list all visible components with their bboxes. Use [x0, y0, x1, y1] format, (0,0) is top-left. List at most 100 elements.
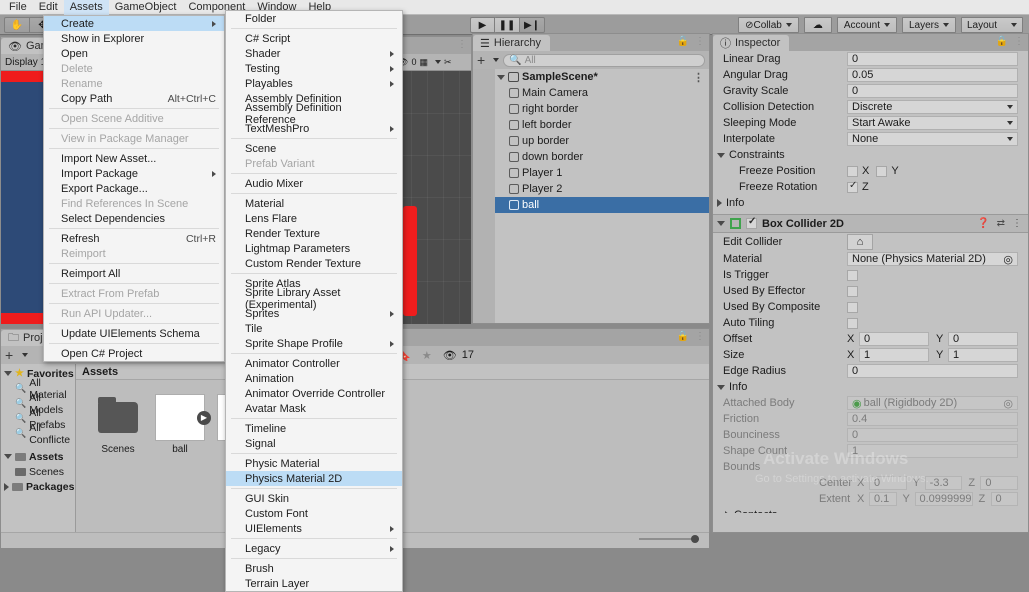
assets-menu-item-show-in-explorer[interactable]: Show in Explorer — [44, 31, 224, 46]
create-menu-item-animator-controller[interactable]: Animator Controller — [226, 356, 402, 371]
interpolate-dropdown[interactable]: None — [847, 132, 1018, 146]
inspector-tab-icons[interactable]: 🔒 ⋮ — [996, 36, 1024, 47]
chevron-down-icon[interactable] — [22, 353, 29, 357]
pause-button[interactable]: ❚❚ — [495, 17, 520, 33]
add-gameobject-button[interactable]: + — [477, 52, 485, 68]
scene-tab-icons[interactable]: ⋮ — [457, 39, 467, 50]
display-selector[interactable]: Display 1 — [5, 57, 46, 68]
tab-hierarchy[interactable]: ☰ Hierarchy — [473, 35, 550, 51]
hidden-packages-icon[interactable]: 👁 — [443, 349, 457, 362]
create-menu-item-signal[interactable]: Signal — [226, 436, 402, 451]
kebab-icon[interactable]: ⋮ — [1014, 36, 1024, 47]
object-picker-icon[interactable]: ◎ — [1003, 253, 1013, 266]
create-menu-item-sprite-library-asset-experimental[interactable]: Sprite Library Asset (Experimental) — [226, 287, 402, 311]
size-x-input[interactable]: 1 — [859, 348, 929, 362]
auto-tiling-checkbox[interactable] — [847, 317, 858, 329]
create-menu-item-shader[interactable]: Shader — [226, 46, 402, 61]
hierarchy-scene-row[interactable]: SampleScene* ⋮ — [473, 69, 709, 85]
help-icon[interactable]: ❓ — [977, 218, 989, 229]
contacts-foldout[interactable]: Contacts — [713, 507, 1028, 513]
expand-sprite-icon[interactable]: ▶ — [197, 410, 211, 425]
assets-menu-item-open[interactable]: Open — [44, 46, 224, 61]
hierarchy-item[interactable]: right border — [473, 101, 709, 117]
asset-item-ball[interactable]: ▶ ball — [154, 394, 211, 455]
hierarchy-item[interactable]: Player 1 — [473, 165, 709, 181]
kebab-icon[interactable]: ⋮ — [693, 71, 704, 84]
step-button[interactable]: ▶❙ — [520, 17, 545, 33]
assets-menu-item-update-uielements-schema[interactable]: Update UIElements Schema — [44, 326, 224, 341]
asset-item-scenes[interactable]: Scenes — [92, 394, 144, 455]
grid-icon[interactable]: ▦ — [419, 57, 428, 68]
component-header-icons[interactable]: ❓ ⇄ ⋮ — [977, 218, 1022, 229]
constraints-foldout[interactable]: Constraints — [713, 147, 1028, 163]
create-menu-item-brush[interactable]: Brush — [226, 561, 402, 576]
hierarchy-item[interactable]: ball — [473, 197, 709, 213]
lock-icon[interactable]: 🔒 — [677, 36, 689, 47]
create-menu-item-testing[interactable]: Testing — [226, 61, 402, 76]
project-tab-icons[interactable]: 🔒 ⋮ — [677, 331, 705, 342]
layout-button[interactable]: Layout — [961, 17, 1023, 33]
hierarchy-tab-icons[interactable]: 🔒 ⋮ — [677, 36, 705, 47]
kebab-icon[interactable]: ⋮ — [1012, 218, 1022, 229]
angular-drag-input[interactable]: 0.05 — [847, 68, 1018, 82]
create-menu-item-audio-mixer[interactable]: Audio Mixer — [226, 176, 402, 191]
material-object-field[interactable]: None (Physics Material 2D) ◎ — [847, 252, 1018, 266]
hierarchy-item[interactable]: down border — [473, 149, 709, 165]
create-menu-item-textmeshpro[interactable]: TextMeshPro — [226, 121, 402, 136]
hierarchy-search-input[interactable]: 🔍 All — [503, 53, 705, 67]
menu-assets[interactable]: Assets — [63, 0, 109, 15]
create-menu-item-playables[interactable]: Playables — [226, 76, 402, 91]
create-menu-item-physics-material-2d[interactable]: Physics Material 2D — [226, 471, 402, 486]
hierarchy-item[interactable]: left border — [473, 117, 709, 133]
gravity-scale-input[interactable]: 0 — [847, 84, 1018, 98]
tools-icon[interactable]: ✂ — [444, 57, 452, 68]
assets-menu-item-refresh[interactable]: Refresh Ctrl+R — [44, 231, 224, 246]
offset-y-input[interactable]: 0 — [948, 332, 1018, 346]
project-tree-item[interactable]: Scenes — [1, 464, 75, 479]
collab-button[interactable]: ⊘ Collab — [738, 17, 799, 33]
create-menu-item-folder[interactable]: Folder — [226, 11, 402, 26]
create-menu-item-sprite-shape-profile[interactable]: Sprite Shape Profile — [226, 336, 402, 351]
create-menu-item-render-texture[interactable]: Render Texture — [226, 226, 402, 241]
menu-file[interactable]: File — [3, 0, 33, 15]
create-menu-item-assembly-definition-reference[interactable]: Assembly Definition Reference — [226, 102, 402, 126]
create-menu-item-legacy[interactable]: Legacy — [226, 541, 402, 556]
menu-edit[interactable]: Edit — [33, 0, 64, 15]
hand-tool-icon[interactable]: ✋ — [4, 17, 30, 33]
assets-menu-item-copy-path[interactable]: Copy Path Alt+Ctrl+C — [44, 91, 224, 106]
assets-menu-item-open-c-project[interactable]: Open C# Project — [44, 346, 224, 361]
expand-triangle-icon[interactable] — [4, 482, 9, 491]
project-tree-item[interactable]: Assets — [1, 449, 75, 464]
layers-button[interactable]: Layers — [901, 17, 956, 33]
play-button[interactable]: ▶ — [470, 17, 495, 33]
favorites-filter-icon[interactable]: ★ — [422, 349, 432, 362]
create-menu-item-timeline[interactable]: Timeline — [226, 421, 402, 436]
kebab-icon[interactable]: ⋮ — [695, 331, 705, 342]
project-tree-item[interactable]: Packages — [1, 479, 75, 494]
assets-menu-item-import-new-asset[interactable]: Import New Asset... — [44, 151, 224, 166]
lock-icon[interactable]: 🔒 — [996, 36, 1008, 47]
edit-collider-button[interactable]: ⌂ — [847, 234, 873, 250]
account-button[interactable]: Account — [836, 17, 897, 33]
box-collider-enabled-checkbox[interactable] — [746, 216, 757, 229]
tab-inspector[interactable]: ⓘ Inspector — [713, 35, 790, 51]
create-menu-item-avatar-mask[interactable]: Avatar Mask — [226, 401, 402, 416]
menu-gameobject[interactable]: GameObject — [109, 0, 183, 15]
create-menu-item-animator-override-controller[interactable]: Animator Override Controller — [226, 386, 402, 401]
sleeping-mode-dropdown[interactable]: Start Awake — [847, 116, 1018, 130]
kebab-icon[interactable]: ⋮ — [695, 36, 705, 47]
used-by-effector-checkbox[interactable] — [847, 285, 858, 297]
assets-menu-item-reimport-all[interactable]: Reimport All — [44, 266, 224, 281]
hierarchy-item[interactable]: up border — [473, 133, 709, 149]
collider-info-foldout[interactable]: Info — [713, 379, 1028, 395]
hierarchy-item[interactable]: Main Camera — [473, 85, 709, 101]
hierarchy-item[interactable]: Player 2 — [473, 181, 709, 197]
expand-triangle-icon[interactable] — [497, 74, 505, 80]
assets-menu-item-select-dependencies[interactable]: Select Dependencies — [44, 211, 224, 226]
freeze-position-x-checkbox[interactable] — [847, 165, 858, 177]
create-menu-item-sprites[interactable]: Sprites — [226, 306, 402, 321]
cloud-button[interactable]: ☁ — [803, 17, 832, 33]
assets-menu-item-export-package[interactable]: Export Package... — [44, 181, 224, 196]
create-menu-item-lens-flare[interactable]: Lens Flare — [226, 211, 402, 226]
collision-detection-dropdown[interactable]: Discrete — [847, 100, 1018, 114]
